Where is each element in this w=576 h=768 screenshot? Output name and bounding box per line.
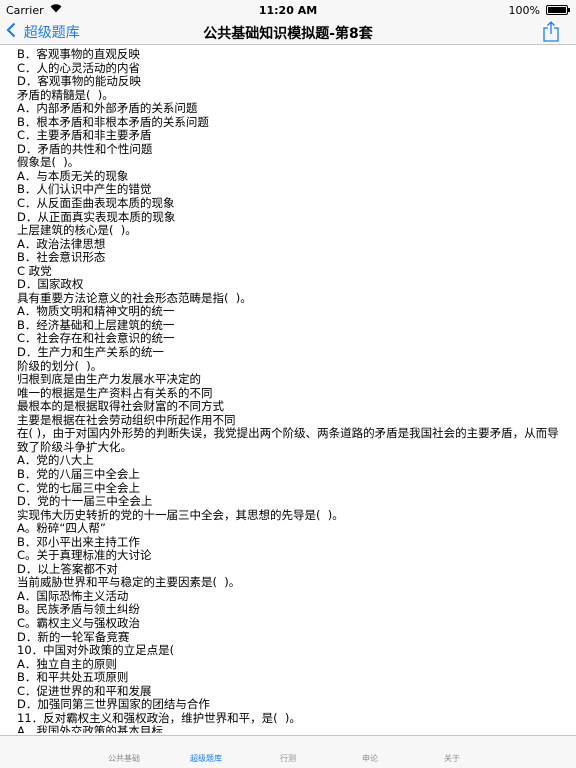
question-line: B．经济基础和上层建筑的统一 <box>17 317 175 332</box>
question-line: B．人们认识中产生的错觉 <box>17 182 152 197</box>
question-line: B．社会意识形态 <box>17 250 106 265</box>
question-line: B．根本矛盾和非根本矛盾的关系问题 <box>17 114 209 129</box>
clock: 11:20 AM <box>258 4 318 17</box>
question-line: 11．反对霸权主义和强权政治，维护世界和平，是( )。 <box>17 710 301 725</box>
question-line: B．客观事物的直观反映 <box>17 48 140 61</box>
question-line: C．人的心灵活动的内省 <box>17 60 141 75</box>
question-line: C。霸权主义与强权政治 <box>17 615 141 630</box>
question-line: C。关于真理标准的大讨论 <box>17 548 152 563</box>
question-line: D．矛盾的共性和个性问题 <box>17 141 153 156</box>
battery-icon <box>546 5 570 15</box>
question-line: D．国家政权 <box>17 277 84 292</box>
tab-label: 申论 <box>362 754 378 763</box>
question-line: D．客观事物的能动反映 <box>17 74 141 89</box>
question-line: B．党的八届三中全会上 <box>17 466 140 481</box>
tab-label: 关于 <box>444 754 460 763</box>
question-line: 上层建筑的核心是( )。 <box>17 223 137 238</box>
question-line: D．生产力和生产关系的统一 <box>17 345 164 360</box>
status-bar: Carrier 11:20 AM 100% <box>0 0 576 20</box>
battery-percentage: 100% <box>508 4 540 17</box>
question-line: A．内部矛盾和外部矛盾的关系问题 <box>17 101 198 116</box>
tab-2[interactable]: 超级题库 <box>166 736 246 768</box>
question-line: B。民族矛盾与领土纠纷 <box>17 602 140 617</box>
tab-1[interactable]: 公共基础 <box>84 736 164 768</box>
tab-5[interactable]: 关于 <box>412 736 492 768</box>
tab-label: 行测 <box>280 754 296 763</box>
question-line: C．从反面歪曲表现本质的现象 <box>17 196 175 211</box>
tab-bar: 公共基础 超级题库 行测 申论 关于 <box>0 735 576 768</box>
question-line: D．党的十一届三中全会上 <box>17 494 153 509</box>
question-line: 实现伟大历史转折的党的十一届三中全会，其思想的先导是( )。 <box>17 507 344 522</box>
question-line: A．党的八大上 <box>17 453 94 468</box>
question-line: A．物质文明和精神文明的统一 <box>17 304 175 319</box>
question-line: 归根到底是由生产力发展水平决定的 <box>17 372 201 387</box>
tab-4[interactable]: 申论 <box>330 736 410 768</box>
question-line: 当前威胁世界和平与稳定的主要因素是( )。 <box>17 575 241 590</box>
share-icon[interactable] <box>542 21 560 42</box>
question-line: D．新的一轮军备竞赛 <box>17 629 130 644</box>
question-line: 假象是( )。 <box>17 155 80 170</box>
question-line: D．从正面真实表现本质的现象 <box>17 209 176 224</box>
question-line: A．国际恐怖主义活动 <box>17 588 129 603</box>
question-line: C．社会存在和社会意识的统一 <box>17 331 175 346</box>
question-line: 10．中国对外政策的立足点是( <box>17 643 175 658</box>
question-line: C．党的七届三中全会上 <box>17 480 141 495</box>
question-line: A．我国外交政策的基本目标 <box>17 724 163 733</box>
question-line: 阶级的划分( )。 <box>17 358 103 373</box>
question-line: D．以上答案都不对 <box>17 561 118 576</box>
question-line: 具有重要方法论意义的社会形态范畴是指( )。 <box>17 290 252 305</box>
question-line: B．和平共处五项原则 <box>17 670 129 685</box>
page-title: 公共基础知识模拟题-第8套 <box>203 26 373 42</box>
question-line: 矛盾的精髓是( )。 <box>17 87 114 102</box>
question-line: 主要是根据在社会劳动组织中所起作用不同 <box>17 412 236 427</box>
question-line: A．与本质无关的现象 <box>17 168 129 183</box>
question-line: A．独立自主的原则 <box>17 656 117 671</box>
question-line: A。粉碎“四人帮” <box>17 521 106 536</box>
navigation-bar: 超级题库 公共基础知识模拟题-第8套 <box>0 20 576 45</box>
question-line: 在( )，由于对国内外形势的判断失误，我党提出两个阶级、两条道路的矛盾是我国社会… <box>17 426 559 454</box>
question-line: B．邓小平出来主持工作 <box>17 534 140 549</box>
tab-label: 超级题库 <box>190 754 222 763</box>
tab-label: 公共基础 <box>108 754 140 763</box>
question-line: C．促进世界的和平和发展 <box>17 683 152 698</box>
question-line: D．加强同第三世界国家的团结与合作 <box>17 697 210 712</box>
tab-3[interactable]: 行测 <box>248 736 328 768</box>
question-line: A．政治法律思想 <box>17 236 106 251</box>
question-line: C 政党 <box>17 263 52 278</box>
question-line: 最根本的是根据取得社会财富的不同方式 <box>17 399 224 414</box>
question-text-area[interactable]: B．客观事物的直观反映 C．人的心灵活动的内省 D．客观事物的能动反映 矛盾的精髓是(… <box>17 48 562 733</box>
question-line: C．主要矛盾和非主要矛盾 <box>17 128 152 143</box>
question-line: 唯一的根据是生产资料占有关系的不同 <box>17 385 213 400</box>
